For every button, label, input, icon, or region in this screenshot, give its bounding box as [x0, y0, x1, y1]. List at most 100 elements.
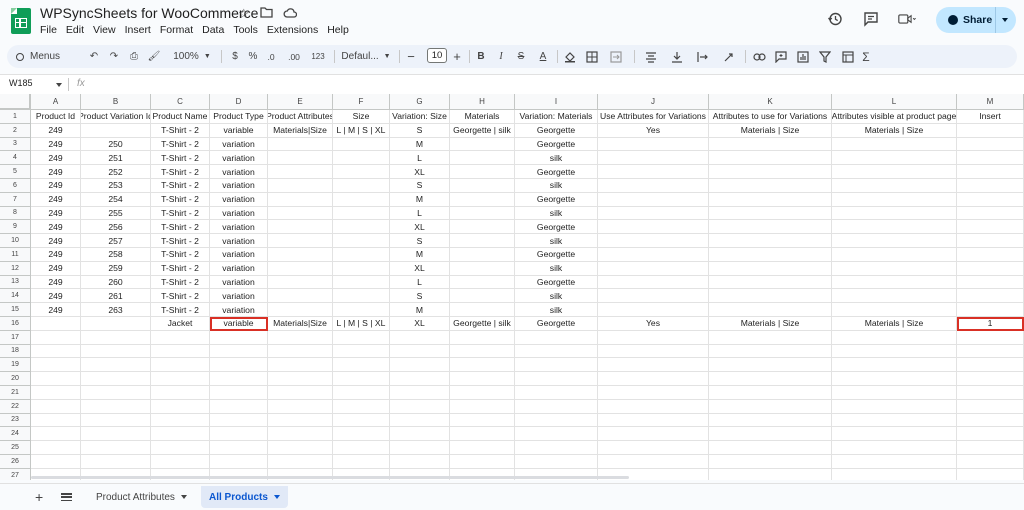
name-box[interactable]: W185 — [9, 78, 33, 88]
cell-m2[interactable] — [957, 123, 1024, 138]
add-sheet-icon[interactable]: + — [35, 489, 43, 505]
cell-a8[interactable]: 249 — [31, 206, 81, 221]
cell-k1[interactable]: Attributes to use for Variations — [709, 110, 832, 124]
row-header[interactable]: 21 — [0, 386, 31, 400]
cell-g14[interactable]: S — [390, 289, 450, 304]
cell-h15[interactable] — [450, 303, 515, 317]
cell-f15[interactable] — [333, 303, 390, 317]
move-folder-icon[interactable] — [260, 6, 273, 22]
cell-d5[interactable]: variation — [210, 165, 268, 179]
cell-f18[interactable] — [333, 344, 390, 359]
cell-k13[interactable] — [709, 275, 832, 290]
sheets-logo-icon[interactable] — [11, 8, 31, 34]
row-header[interactable]: 19 — [0, 358, 31, 373]
cell-d22[interactable] — [210, 399, 268, 414]
cell-k20[interactable] — [709, 372, 832, 386]
cell-b14[interactable]: 261 — [81, 289, 151, 304]
cell-a14[interactable]: 249 — [31, 289, 81, 304]
cell-m11[interactable] — [957, 248, 1024, 262]
cell-l25[interactable] — [832, 441, 957, 455]
italic-button[interactable]: I — [494, 45, 508, 68]
cell-e16[interactable]: Materials|Size — [268, 317, 333, 331]
cell-m20[interactable] — [957, 372, 1024, 386]
cell-g19[interactable] — [390, 358, 450, 373]
cell-h17[interactable] — [450, 330, 515, 345]
cell-i12[interactable]: silk — [515, 261, 598, 276]
insert-comment-icon[interactable] — [773, 45, 789, 68]
cell-c22[interactable] — [151, 399, 210, 414]
cell-k7[interactable] — [709, 192, 832, 207]
cell-c13[interactable]: T-Shirt - 2 — [151, 275, 210, 290]
star-icon[interactable]: ☆ — [238, 6, 250, 22]
cell-a21[interactable] — [31, 386, 81, 400]
cell-d26[interactable] — [210, 455, 268, 469]
cell-d14[interactable]: variation — [210, 289, 268, 304]
cell-a15[interactable]: 249 — [31, 303, 81, 317]
cell-k4[interactable] — [709, 151, 832, 166]
menus-search[interactable]: Menus — [16, 45, 60, 68]
text-color-button[interactable]: A — [536, 45, 550, 68]
cell-g22[interactable] — [390, 399, 450, 414]
cell-k16[interactable]: Materials | Size — [709, 317, 832, 331]
cell-i4[interactable]: silk — [515, 151, 598, 166]
column-header-f[interactable]: F — [333, 94, 390, 110]
cell-e9[interactable] — [268, 220, 333, 235]
cell-g6[interactable]: S — [390, 179, 450, 193]
cell-m24[interactable] — [957, 427, 1024, 442]
cell-j11[interactable] — [598, 248, 709, 262]
cell-h2[interactable]: Georgette | silk — [450, 123, 515, 138]
cell-i10[interactable]: silk — [515, 234, 598, 248]
cell-l17[interactable] — [832, 330, 957, 345]
cell-e24[interactable] — [268, 427, 333, 442]
cell-l12[interactable] — [832, 261, 957, 276]
cell-a1[interactable]: Product Id — [31, 110, 81, 124]
cell-c17[interactable] — [151, 330, 210, 345]
filter-views-icon[interactable] — [837, 45, 859, 68]
row-header[interactable]: 11 — [0, 248, 31, 262]
cell-a22[interactable] — [31, 399, 81, 414]
cell-d24[interactable] — [210, 427, 268, 442]
cell-e1[interactable]: Product Attributes — [268, 110, 333, 124]
cell-b24[interactable] — [81, 427, 151, 442]
cell-b26[interactable] — [81, 455, 151, 469]
cell-e14[interactable] — [268, 289, 333, 304]
cell-f11[interactable] — [333, 248, 390, 262]
cell-j20[interactable] — [598, 372, 709, 386]
row-header[interactable]: 2 — [0, 123, 31, 138]
cell-b25[interactable] — [81, 441, 151, 455]
cell-k3[interactable] — [709, 137, 832, 152]
cell-b9[interactable]: 256 — [81, 220, 151, 235]
cell-m26[interactable] — [957, 455, 1024, 469]
cell-g17[interactable] — [390, 330, 450, 345]
cell-a7[interactable]: 249 — [31, 192, 81, 207]
column-header-m[interactable]: M — [957, 94, 1024, 110]
cell-g26[interactable] — [390, 455, 450, 469]
column-header-g[interactable]: G — [390, 94, 450, 110]
cell-l22[interactable] — [832, 399, 957, 414]
cell-b17[interactable] — [81, 330, 151, 345]
cell-g5[interactable]: XL — [390, 165, 450, 179]
horizontal-scrollbar[interactable] — [31, 476, 629, 479]
cell-i24[interactable] — [515, 427, 598, 442]
cell-l20[interactable] — [832, 372, 957, 386]
cell-g10[interactable]: S — [390, 234, 450, 248]
cell-m12[interactable] — [957, 261, 1024, 276]
increase-font-size-button[interactable]: + — [451, 45, 463, 68]
row-header[interactable]: 23 — [0, 413, 31, 428]
cell-l19[interactable] — [832, 358, 957, 373]
cell-a16[interactable] — [31, 317, 81, 331]
cell-f22[interactable] — [333, 399, 390, 414]
cell-i15[interactable]: silk — [515, 303, 598, 317]
cell-i20[interactable] — [515, 372, 598, 386]
cell-c14[interactable]: T-Shirt - 2 — [151, 289, 210, 304]
cell-d1[interactable]: Product Type — [210, 110, 268, 124]
font-select[interactable]: Defaul... ▼ — [340, 45, 392, 68]
cell-j26[interactable] — [598, 455, 709, 469]
cell-j10[interactable] — [598, 234, 709, 248]
cell-k17[interactable] — [709, 330, 832, 345]
cell-j16[interactable]: Yes — [598, 317, 709, 331]
cell-c1[interactable]: Product Name — [151, 110, 210, 124]
cell-d6[interactable]: variation — [210, 179, 268, 193]
cell-i17[interactable] — [515, 330, 598, 345]
cell-a13[interactable]: 249 — [31, 275, 81, 290]
